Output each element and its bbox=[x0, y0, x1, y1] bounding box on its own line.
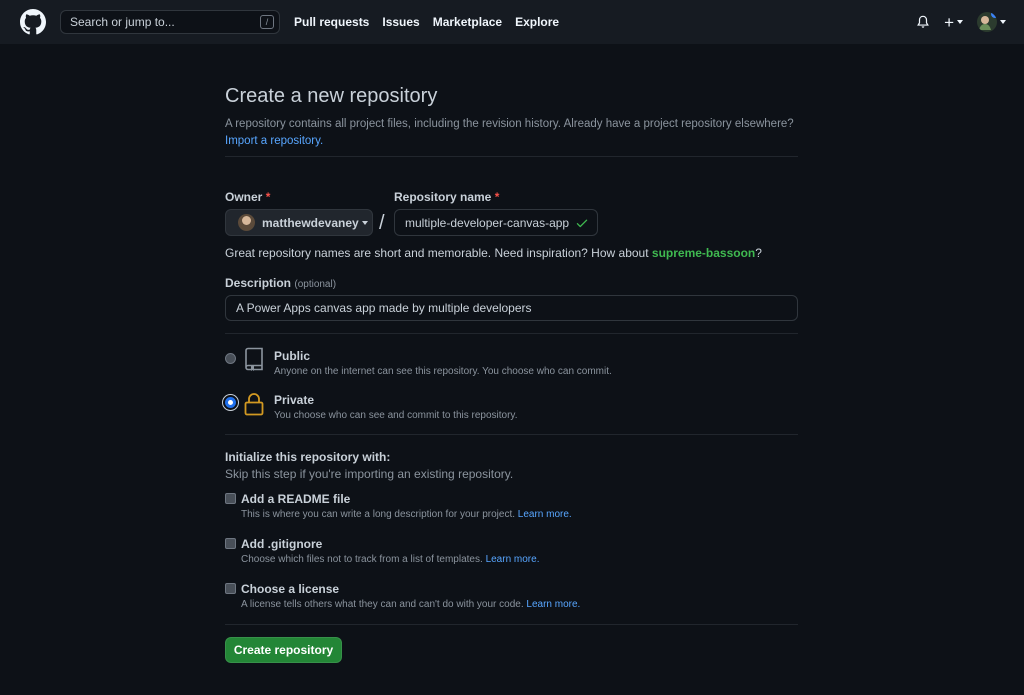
bell-icon[interactable] bbox=[916, 14, 930, 30]
repo-name-label: Repository name * bbox=[394, 190, 500, 204]
nav-pull-requests[interactable]: Pull requests bbox=[294, 15, 369, 29]
private-radio[interactable] bbox=[225, 397, 236, 408]
name-suggestion-link[interactable]: supreme-bassoon bbox=[652, 246, 755, 260]
private-title: Private bbox=[274, 393, 315, 407]
repo-name-value: multiple-developer-canvas-app bbox=[405, 215, 570, 230]
gitignore-checkbox[interactable] bbox=[225, 538, 236, 549]
owner-value: matthewdevaney bbox=[262, 215, 359, 230]
gitignore-learn-more-link[interactable]: Learn more. bbox=[486, 554, 540, 565]
license-learn-more-link[interactable]: Learn more. bbox=[526, 599, 580, 610]
description-label: Description (optional) bbox=[225, 276, 337, 290]
page-title: Create a new repository bbox=[225, 85, 438, 107]
chevron-down-icon bbox=[361, 220, 368, 225]
divider bbox=[225, 434, 798, 435]
gitignore-title[interactable]: Add .gitignore bbox=[241, 537, 322, 551]
nav-marketplace[interactable]: Marketplace bbox=[433, 15, 502, 29]
check-icon bbox=[576, 219, 588, 228]
public-title: Public bbox=[274, 349, 311, 363]
avatar bbox=[977, 12, 997, 32]
create-repository-button[interactable]: Create repository bbox=[225, 637, 342, 663]
license-option: Choose a license A license tells others … bbox=[225, 582, 625, 614]
init-subheading: Skip this step if you're importing an ex… bbox=[225, 467, 514, 481]
divider bbox=[225, 624, 798, 625]
license-checkbox[interactable] bbox=[225, 583, 236, 594]
owner-select[interactable]: matthewdevaney bbox=[225, 209, 373, 236]
readme-checkbox[interactable] bbox=[225, 493, 236, 504]
chevron-down-icon bbox=[1000, 20, 1006, 24]
search-input[interactable]: Search or jump to... / bbox=[60, 10, 280, 34]
description-input[interactable]: A Power Apps canvas app made by multiple… bbox=[225, 295, 798, 321]
nav-explore[interactable]: Explore bbox=[515, 15, 559, 29]
gitignore-option: Add .gitignore Choose which files not to… bbox=[225, 537, 625, 569]
search-shortcut-key: / bbox=[260, 15, 274, 29]
readme-option: Add a README file This is where you can … bbox=[225, 492, 625, 524]
license-description: A license tells others what they can and… bbox=[241, 599, 581, 610]
subtitle-text: A repository contains all project files,… bbox=[225, 118, 794, 130]
description-value: A Power Apps canvas app made by multiple… bbox=[236, 301, 532, 315]
page-subtitle: A repository contains all project files,… bbox=[225, 116, 798, 150]
divider bbox=[225, 333, 798, 334]
search-placeholder: Search or jump to... bbox=[70, 15, 175, 29]
private-description: You choose who can see and commit to thi… bbox=[274, 410, 518, 421]
header-actions: + bbox=[916, 12, 1006, 32]
owner-repo-row: Owner * Repository name * matthewdevaney… bbox=[225, 190, 598, 236]
owner-repo-separator: / bbox=[379, 212, 385, 234]
readme-title[interactable]: Add a README file bbox=[241, 492, 350, 506]
public-description: Anyone on the internet can see this repo… bbox=[274, 366, 612, 377]
repo-name-hint: Great repository names are short and mem… bbox=[225, 246, 762, 260]
status-dot bbox=[991, 12, 997, 18]
hint-text: Great repository names are short and mem… bbox=[225, 246, 649, 260]
new-repo-form: Create a new repository A repository con… bbox=[225, 85, 798, 663]
init-heading: Initialize this repository with: bbox=[225, 450, 391, 464]
public-radio[interactable] bbox=[225, 353, 236, 364]
hint-end: ? bbox=[755, 246, 762, 260]
chevron-down-icon bbox=[957, 20, 963, 24]
top-nav: Pull requests Issues Marketplace Explore bbox=[294, 15, 559, 29]
owner-avatar bbox=[238, 214, 255, 231]
readme-description: This is where you can write a long descr… bbox=[241, 509, 572, 520]
top-header: Search or jump to... / Pull requests Iss… bbox=[0, 0, 1024, 44]
import-repository-link[interactable]: Import a repository. bbox=[225, 135, 323, 147]
user-menu[interactable] bbox=[977, 12, 1006, 32]
create-new-menu[interactable]: + bbox=[944, 14, 963, 31]
plus-icon: + bbox=[944, 12, 954, 32]
license-title[interactable]: Choose a license bbox=[241, 582, 339, 596]
owner-label: Owner * bbox=[225, 190, 271, 204]
gitignore-description: Choose which files not to track from a l… bbox=[241, 554, 540, 565]
nav-issues[interactable]: Issues bbox=[382, 15, 419, 29]
repo-icon bbox=[245, 347, 263, 371]
lock-icon bbox=[244, 393, 264, 416]
github-logo-icon[interactable] bbox=[20, 9, 46, 35]
readme-learn-more-link[interactable]: Learn more. bbox=[518, 509, 572, 520]
repository-name-input[interactable]: multiple-developer-canvas-app bbox=[394, 209, 598, 236]
divider bbox=[225, 156, 798, 157]
